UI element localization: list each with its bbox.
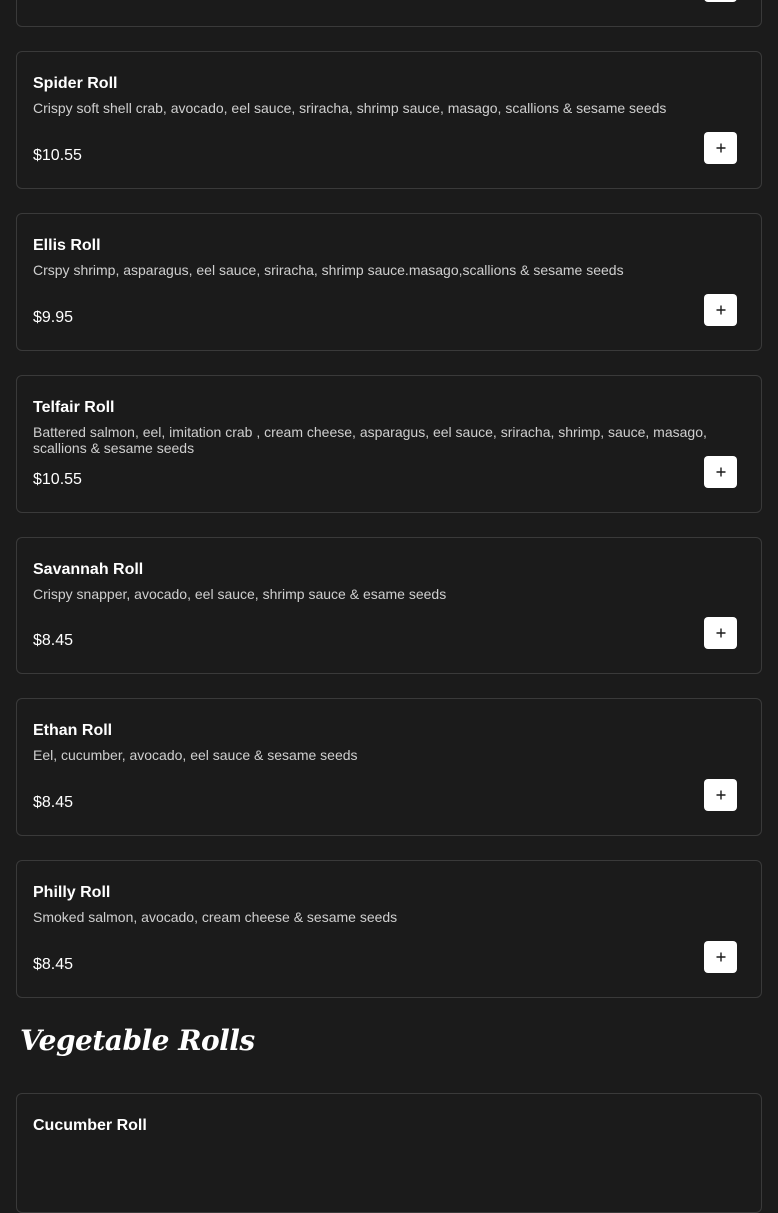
menu-item-card[interactable]: Ellis Roll Crspy shrimp, asparagus, eel …: [16, 213, 762, 351]
item-description: Smoked salmon, avocado, cream cheese & s…: [33, 909, 398, 925]
item-price: $8.45: [33, 956, 74, 973]
menu-item-card[interactable]: Cucumber Roll: [16, 1093, 762, 1213]
add-to-cart-button[interactable]: [704, 617, 737, 649]
menu-item-card[interactable]: Telfair Roll Battered salmon, eel, imita…: [16, 375, 762, 513]
plus-icon: [716, 305, 725, 315]
item-name: Philly Roll: [33, 884, 111, 901]
menu-item-card[interactable]: Spider Roll Crispy soft shell crab, avoc…: [16, 51, 762, 189]
item-price: $8.45: [33, 632, 74, 649]
item-name: Ethan Roll: [33, 722, 113, 739]
item-price: $9.95: [33, 309, 74, 326]
item-price: $8.45: [33, 794, 74, 811]
section-title: Vegetable Rolls: [20, 1024, 255, 1057]
item-name: Spider Roll: [33, 75, 118, 92]
menu-item-card[interactable]: Savannah Roll Crispy snapper, avocado, e…: [16, 537, 762, 674]
add-to-cart-button[interactable]: [704, 779, 737, 811]
item-name: Ellis Roll: [33, 237, 101, 254]
menu-item-card[interactable]: Ethan Roll Eel, cucumber, avocado, eel s…: [16, 698, 762, 836]
plus-icon: [716, 628, 725, 638]
menu-item-card[interactable]: [16, 0, 762, 27]
item-name: Savannah Roll: [33, 561, 144, 578]
item-price: $10.55: [33, 471, 82, 488]
plus-icon: [716, 952, 725, 962]
menu-item-list: Spider Roll Crispy soft shell crab, avoc…: [16, 0, 762, 1022]
item-price: $10.55: [33, 147, 82, 164]
add-to-cart-button[interactable]: [704, 456, 737, 488]
item-name: Telfair Roll: [33, 399, 115, 416]
plus-icon: [716, 143, 725, 153]
plus-icon: [716, 467, 725, 477]
menu-item-card[interactable]: Philly Roll Smoked salmon, avocado, crea…: [16, 860, 762, 998]
item-description: Battered salmon, eel, imitation crab , c…: [33, 424, 707, 456]
plus-icon: [716, 790, 725, 800]
add-to-cart-button[interactable]: [704, 132, 737, 164]
item-name: Cucumber Roll: [33, 1117, 147, 1134]
item-description: Eel, cucumber, avocado, eel sauce & sesa…: [33, 747, 358, 763]
add-to-cart-button[interactable]: [704, 941, 737, 973]
item-description: Crspy shrimp, asparagus, eel sauce, srir…: [33, 262, 624, 278]
item-description: Crispy snapper, avocado, eel sauce, shri…: [33, 586, 447, 602]
item-description: Crispy soft shell crab, avocado, eel sau…: [33, 100, 667, 116]
add-to-cart-button[interactable]: [704, 294, 737, 326]
add-to-cart-button[interactable]: [704, 0, 737, 2]
